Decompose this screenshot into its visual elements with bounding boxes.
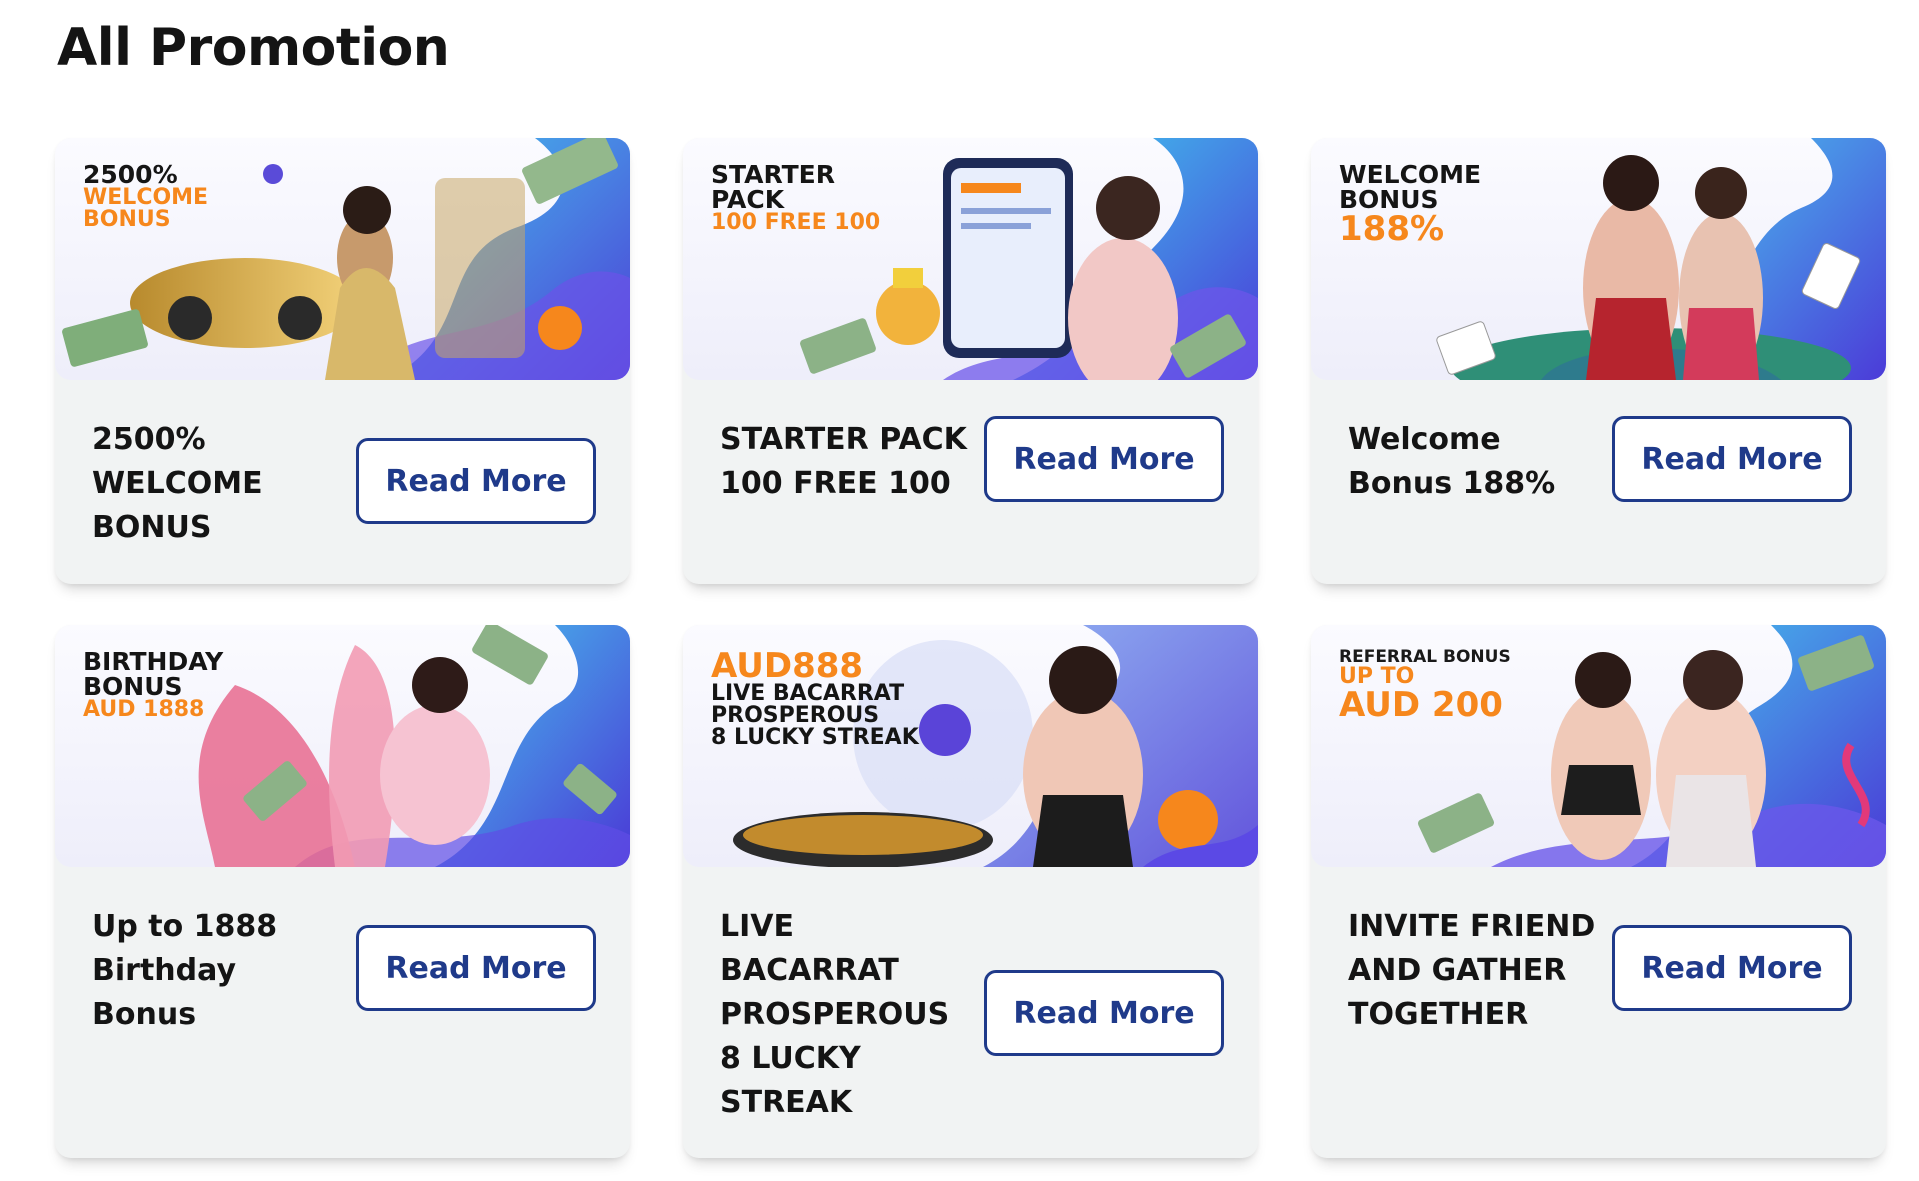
banner-line: AUD 200	[1339, 685, 1503, 725]
banner-line: 188%	[1339, 209, 1445, 249]
promotion-card: STARTER PACK 100 FREE 100 STARTER PACK 1…	[683, 138, 1258, 584]
promotion-card: 2500% WELCOME BONUS 2500% WELCOME BONUS …	[55, 138, 630, 584]
title-line: Welcome	[1348, 422, 1501, 457]
banner-headline: REFERRAL BONUS UP TO AUD 200	[1339, 649, 1511, 725]
read-more-button[interactable]: Read More	[984, 416, 1224, 502]
title-line: INVITE FRIEND	[1348, 909, 1596, 944]
title-line: Up to 1888	[92, 909, 278, 944]
title-line: TOGETHER	[1348, 997, 1529, 1032]
banner-line: WELCOME	[83, 185, 209, 210]
banner-line: BONUS	[83, 672, 183, 701]
promotion-banner[interactable]: AUD888 LIVE BACARRAT PROSPEROUS 8 LUCKY …	[683, 625, 1258, 867]
title-line: BONUS	[92, 510, 212, 545]
banner-line: PROSPEROUS	[711, 703, 880, 728]
read-more-button[interactable]: Read More	[356, 925, 596, 1011]
promotion-title: INVITE FRIEND AND GATHER TOGETHER	[1348, 905, 1598, 1037]
banner-headline: WELCOME BONUS 188%	[1339, 162, 1481, 246]
promotion-title: Welcome Bonus 188%	[1348, 418, 1598, 506]
banner-headline: 2500% WELCOME BONUS	[83, 162, 208, 231]
promotion-banner[interactable]: 2500% WELCOME BONUS	[55, 138, 630, 380]
title-line: Bonus 188%	[1348, 466, 1556, 501]
title-line: 2500%	[92, 422, 206, 457]
promotion-title: 2500% WELCOME BONUS	[92, 418, 342, 550]
banner-line: AUD 1888	[83, 697, 205, 722]
banner-line: BIRTHDAY	[83, 647, 224, 676]
title-line: STREAK	[720, 1085, 853, 1120]
promotion-banner[interactable]: WELCOME BONUS 188%	[1311, 138, 1886, 380]
promotion-title: LIVE BACARRAT PROSPEROUS 8 LUCKY STREAK	[720, 905, 970, 1125]
title-line: Bonus	[92, 997, 197, 1032]
banner-line: AUD888	[711, 646, 864, 686]
promotion-card: REFERRAL BONUS UP TO AUD 200 INVITE FRIE…	[1311, 625, 1886, 1158]
banner-line: PACK	[711, 185, 785, 214]
read-more-button[interactable]: Read More	[1612, 416, 1852, 502]
promotion-banner[interactable]: REFERRAL BONUS UP TO AUD 200	[1311, 625, 1886, 867]
title-line: WELCOME	[92, 466, 263, 501]
promotion-card: AUD888 LIVE BACARRAT PROSPEROUS 8 LUCKY …	[683, 625, 1258, 1158]
read-more-button[interactable]: Read More	[356, 438, 596, 524]
banner-line: LIVE BACARRAT	[711, 681, 905, 706]
banner-line: BONUS	[83, 207, 171, 232]
promotion-card: WELCOME BONUS 188% Welcome Bonus 188% Re…	[1311, 138, 1886, 584]
title-line: PROSPEROUS	[720, 997, 950, 1032]
promotion-grid: 2500% WELCOME BONUS 2500% WELCOME BONUS …	[0, 0, 1919, 1181]
promotion-title: Up to 1888 Birthday Bonus	[92, 905, 342, 1037]
read-more-button[interactable]: Read More	[1612, 925, 1852, 1011]
banner-line: 100 FREE 100	[711, 210, 881, 235]
title-line: Birthday	[92, 953, 236, 988]
banner-headline: AUD888 LIVE BACARRAT PROSPEROUS 8 LUCKY …	[711, 649, 919, 749]
banner-line: 8 LUCKY STREAK	[711, 725, 919, 750]
read-more-button[interactable]: Read More	[984, 970, 1224, 1056]
promotion-banner[interactable]: BIRTHDAY BONUS AUD 1888	[55, 625, 630, 867]
banner-line: STARTER	[711, 160, 835, 189]
promotion-card: BIRTHDAY BONUS AUD 1888 Up to 1888 Birth…	[55, 625, 630, 1158]
banner-headline: STARTER PACK 100 FREE 100	[711, 162, 880, 234]
title-line: 100 FREE 100	[720, 466, 951, 501]
title-line: LIVE	[720, 909, 794, 944]
banner-line: WELCOME	[1339, 160, 1482, 189]
title-line: 8 LUCKY	[720, 1041, 861, 1076]
banner-headline: BIRTHDAY BONUS AUD 1888	[83, 649, 223, 721]
title-line: AND GATHER	[1348, 953, 1567, 988]
promotion-banner[interactable]: STARTER PACK 100 FREE 100	[683, 138, 1258, 380]
title-line: BACARRAT	[720, 953, 899, 988]
title-line: STARTER PACK	[720, 422, 967, 457]
banner-line: 2500%	[83, 160, 178, 189]
promotion-title: STARTER PACK 100 FREE 100	[720, 418, 980, 506]
